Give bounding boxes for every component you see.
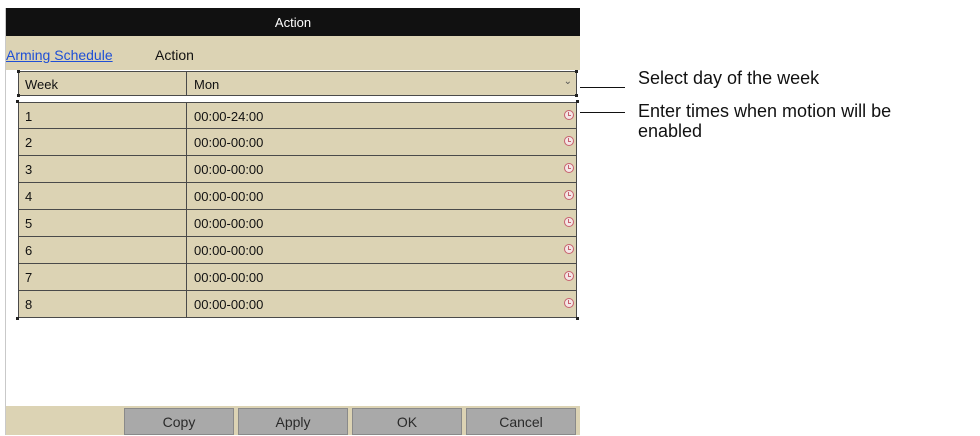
callout-line (580, 112, 625, 113)
corner-marker (17, 70, 20, 73)
schedule-row[interactable]: 8 00:00-00:00 (18, 291, 577, 318)
week-selector-row[interactable]: Week Mon ⌄ (17, 70, 578, 97)
corner-marker (575, 70, 578, 73)
row-index: 2 (25, 135, 33, 150)
corner-marker (16, 317, 19, 320)
column-divider (186, 72, 187, 95)
chevron-down-icon[interactable]: ⌄ (564, 76, 572, 87)
callout-times-line2: enabled (638, 121, 703, 141)
column-divider (186, 183, 187, 209)
time-range[interactable]: 00:00-00:00 (194, 162, 263, 177)
row-index: 7 (25, 270, 33, 285)
corner-marker (576, 100, 579, 103)
copy-button[interactable]: Copy (124, 408, 234, 435)
callout-week: Select day of the week (638, 68, 820, 88)
corner-marker (16, 100, 19, 103)
corner-marker (17, 94, 20, 97)
clock-icon[interactable] (564, 163, 574, 173)
column-divider (186, 237, 187, 263)
action-dialog: Action Arming Schedule Action Week Mon ⌄… (6, 8, 580, 435)
week-label: Week (25, 77, 58, 92)
tab-arming-schedule[interactable]: Arming Schedule (6, 47, 113, 63)
row-index: 5 (25, 216, 33, 231)
corner-marker (576, 317, 579, 320)
schedule-row[interactable]: 3 00:00-00:00 (18, 156, 577, 183)
tab-bar: Arming Schedule Action (6, 36, 580, 70)
clock-icon[interactable] (564, 136, 574, 146)
cancel-button[interactable]: Cancel (466, 408, 576, 435)
time-range[interactable]: 00:00-00:00 (194, 216, 263, 231)
week-day-value[interactable]: Mon (194, 77, 219, 92)
corner-marker (575, 94, 578, 97)
window-title: Action (6, 8, 580, 36)
clock-icon[interactable] (564, 298, 574, 308)
time-range[interactable]: 00:00-00:00 (194, 243, 263, 258)
row-index: 8 (25, 297, 33, 312)
column-divider (186, 129, 187, 155)
clock-icon[interactable] (564, 110, 574, 120)
row-index: 1 (25, 109, 33, 124)
ok-button[interactable]: OK (352, 408, 462, 435)
row-index: 3 (25, 162, 33, 177)
tab-action[interactable]: Action (155, 47, 194, 63)
clock-icon[interactable] (564, 190, 574, 200)
callout-line (580, 87, 625, 88)
schedule-row[interactable]: 4 00:00-00:00 (18, 183, 577, 210)
clock-icon[interactable] (564, 217, 574, 227)
time-range[interactable]: 00:00-24:00 (194, 109, 263, 124)
time-range[interactable]: 00:00-00:00 (194, 135, 263, 150)
column-divider (186, 210, 187, 236)
callout-times-line1: Enter times when motion will be (638, 101, 892, 121)
clock-icon[interactable] (564, 244, 574, 254)
schedule-row[interactable]: 6 00:00-00:00 (18, 237, 577, 264)
schedule-row[interactable]: 5 00:00-00:00 (18, 210, 577, 237)
time-range[interactable]: 00:00-00:00 (194, 270, 263, 285)
schedule-row[interactable]: 2 00:00-00:00 (18, 129, 577, 156)
column-divider (186, 291, 187, 317)
column-divider (186, 264, 187, 290)
column-divider (186, 156, 187, 182)
time-range[interactable]: 00:00-00:00 (194, 297, 263, 312)
button-bar: Copy Apply OK Cancel (6, 406, 580, 435)
schedule-table: 1 00:00-24:00 2 00:00-00:00 3 00:00-00:0… (16, 100, 579, 320)
row-index: 4 (25, 189, 33, 204)
row-index: 6 (25, 243, 33, 258)
clock-icon[interactable] (564, 271, 574, 281)
schedule-row[interactable]: 1 00:00-24:00 (18, 102, 577, 129)
schedule-row[interactable]: 7 00:00-00:00 (18, 264, 577, 291)
column-divider (186, 103, 187, 128)
apply-button[interactable]: Apply (238, 408, 348, 435)
time-range[interactable]: 00:00-00:00 (194, 189, 263, 204)
